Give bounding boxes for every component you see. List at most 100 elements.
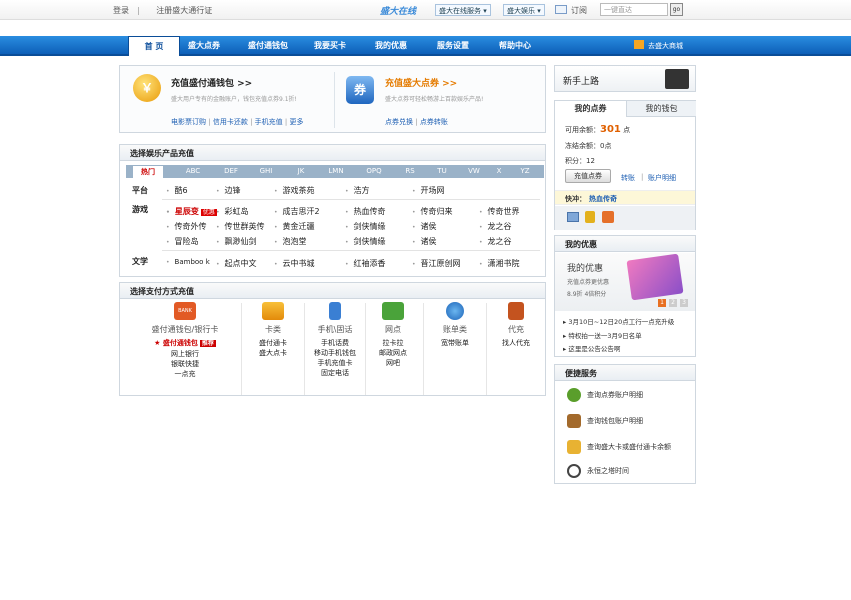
brand-logo[interactable]: 盛大在线 xyxy=(380,4,416,17)
tab-x[interactable]: X xyxy=(492,165,506,178)
wallet-title[interactable]: 充值盛付通钱包 >> xyxy=(171,76,252,89)
tab-rs[interactable]: RS xyxy=(400,165,420,178)
pay-option[interactable]: ★ 盛付通钱包 推荐 xyxy=(130,338,240,349)
nav-home[interactable]: 首 页 xyxy=(128,36,180,56)
pay-option[interactable]: 一点充 xyxy=(130,369,240,379)
pay-option[interactable]: 盛大点卡 xyxy=(244,348,302,358)
phone-topup-link[interactable]: 手机充值 xyxy=(255,118,283,126)
game-item[interactable]: 传奇世界 xyxy=(479,206,520,217)
pay-option[interactable]: 宽带账单 xyxy=(425,338,485,348)
pay-col-phone[interactable]: 手机\固话 手机话费 移动手机钱包 手机充值卡 固定电话 xyxy=(306,302,364,378)
nav-wallet[interactable]: 盛付通钱包 xyxy=(248,39,288,53)
id-card-icon[interactable] xyxy=(567,212,579,222)
tab-ghi[interactable]: GHI xyxy=(254,165,278,178)
platform-item[interactable]: 边锋 xyxy=(216,185,241,196)
account-detail-link[interactable]: 账户明细 xyxy=(648,173,676,183)
pay-option[interactable]: 网吧 xyxy=(367,358,419,368)
pay-col-outlet[interactable]: 网点 拉卡拉 邮政网点 网吧 xyxy=(367,302,419,368)
credit-card-link[interactable]: 信用卡还款 xyxy=(213,118,248,126)
nav-settings[interactable]: 服务设置 xyxy=(437,39,469,53)
game-item[interactable]: 诸侯 xyxy=(412,221,437,232)
subscribe-link[interactable]: 订阅 xyxy=(571,5,587,16)
pay-option[interactable]: 移动手机钱包 xyxy=(306,348,364,358)
tab-jk[interactable]: JK xyxy=(290,165,312,178)
lock-icon[interactable] xyxy=(585,211,595,223)
platform-item[interactable]: 浩方 xyxy=(345,185,370,196)
transfer-link[interactable]: 转账 xyxy=(621,173,635,183)
tab-my-wallet[interactable]: 我的钱包 xyxy=(627,101,696,117)
service-item[interactable]: 永恒之塔时间 xyxy=(567,464,629,478)
tab-yz[interactable]: YZ xyxy=(516,165,534,178)
tab-opq[interactable]: OPQ xyxy=(360,165,388,178)
lit-item[interactable]: 云中书城 xyxy=(274,258,315,269)
game-item[interactable]: 传世群英传 xyxy=(216,221,265,232)
tab-tu[interactable]: TU xyxy=(432,165,452,178)
game-item[interactable]: 冒险岛 xyxy=(166,236,199,247)
pay-col-card[interactable]: 卡类 盛付通卡 盛大点卡 xyxy=(244,302,302,358)
pay-option[interactable]: 网上银行 xyxy=(130,349,240,359)
platform-item[interactable]: 酷6 xyxy=(166,185,188,196)
game-item[interactable]: 龙之谷 xyxy=(479,236,512,247)
nav-discounts[interactable]: 我的优惠 xyxy=(375,39,407,53)
pay-option[interactable]: 拉卡拉 xyxy=(367,338,419,348)
more-link[interactable]: 更多 xyxy=(289,118,303,126)
pay-option[interactable]: 银联快捷 xyxy=(130,359,240,369)
gift-icon[interactable] xyxy=(602,211,614,223)
login-link[interactable]: 登录 xyxy=(113,6,129,15)
game-item-hot[interactable]: 星辰变优惠 xyxy=(166,206,217,217)
tab-hot[interactable]: 热门 xyxy=(132,165,164,178)
entertainment-dropdown[interactable]: 盛大娱乐 ▾ xyxy=(503,4,545,16)
lit-item[interactable]: 晋江原创网 xyxy=(412,258,461,269)
game-item[interactable]: 传奇外传 xyxy=(166,221,207,232)
game-item[interactable]: 黄金迁疆 xyxy=(274,221,315,232)
register-link[interactable]: 注册盛大通行证 xyxy=(156,6,212,15)
tab-abc[interactable]: ABC xyxy=(180,165,206,178)
tab-def[interactable]: DEF xyxy=(218,165,244,178)
tab-vw[interactable]: VW xyxy=(464,165,484,178)
service-item[interactable]: 查询盛大卡或盛付通卡余额 xyxy=(567,440,671,454)
newbie-guide[interactable]: 新手上路 xyxy=(554,65,696,92)
search-input[interactable]: 一键直达 xyxy=(600,3,668,16)
pay-col-agent[interactable]: 代充 找人代充 xyxy=(488,302,544,348)
pay-option[interactable]: 邮政网点 xyxy=(367,348,419,358)
page-1[interactable]: 1 xyxy=(658,299,666,307)
lit-item[interactable]: Bamboo k xyxy=(166,258,210,266)
tab-lmn[interactable]: LMN xyxy=(322,165,350,178)
game-item[interactable]: 彩虹岛 xyxy=(216,206,249,217)
nav-help[interactable]: 帮助中心 xyxy=(499,39,531,53)
lit-item[interactable]: 红袖添香 xyxy=(345,258,386,269)
services-dropdown[interactable]: 盛大在线服务 ▾ xyxy=(435,4,491,16)
game-item[interactable]: 剑侠情缘 xyxy=(345,236,386,247)
nav-buy-card[interactable]: 我要买卡 xyxy=(314,39,346,53)
pay-option[interactable]: 手机话费 xyxy=(306,338,364,348)
pay-option[interactable]: 盛付通卡 xyxy=(244,338,302,348)
page-3[interactable]: 3 xyxy=(680,299,688,307)
mall-link[interactable]: 去盛大商城 xyxy=(634,39,683,53)
game-item[interactable]: 成吉思汗2 xyxy=(274,206,320,217)
game-item[interactable]: 剑侠情缘 xyxy=(345,221,386,232)
game-item[interactable]: 龙之谷 xyxy=(479,221,512,232)
pay-option[interactable]: 固定电话 xyxy=(306,368,364,378)
mail-icon[interactable] xyxy=(555,5,567,14)
go-button[interactable]: go xyxy=(670,3,683,16)
game-item[interactable]: 诸侯 xyxy=(412,236,437,247)
nav-coupon[interactable]: 盛大点券 xyxy=(188,39,220,53)
movie-ticket-link[interactable]: 电影票订购 xyxy=(171,118,206,126)
news-item[interactable]: ▸ 特权拍一送一3月9日名单 xyxy=(563,330,642,340)
platform-item[interactable]: 开场网 xyxy=(412,185,445,196)
recharge-coupon-button[interactable]: 充值点券 xyxy=(565,169,611,183)
pay-col-wallet[interactable]: BANK 盛付通钱包/银行卡 ★ 盛付通钱包 推荐 网上银行 银联快捷 一点充 xyxy=(130,302,240,379)
news-item[interactable]: ▸ 3月10日~12日20点工行一点充升级 xyxy=(563,316,674,326)
pay-col-bill[interactable]: 账单类 宽带账单 xyxy=(425,302,485,348)
game-item[interactable]: 传奇归来 xyxy=(412,206,453,217)
tab-my-coupon[interactable]: 我的点券 xyxy=(555,101,627,117)
coupon-title[interactable]: 充值盛大点券 >> xyxy=(385,76,457,89)
game-item[interactable]: 飘渺仙剑 xyxy=(216,236,257,247)
page-2[interactable]: 2 xyxy=(669,299,677,307)
platform-item[interactable]: 游戏茶苑 xyxy=(274,185,315,196)
service-item[interactable]: 查询点券账户明细 xyxy=(567,388,643,402)
lit-item[interactable]: 潇湘书院 xyxy=(479,258,520,269)
lit-item[interactable]: 起点中文 xyxy=(216,258,257,269)
promo-banner[interactable]: 我的优惠 充值点券更优惠 8.9折 4倍积分 1 2 3 xyxy=(555,253,695,311)
service-item[interactable]: 查询钱包账户明细 xyxy=(567,414,643,428)
